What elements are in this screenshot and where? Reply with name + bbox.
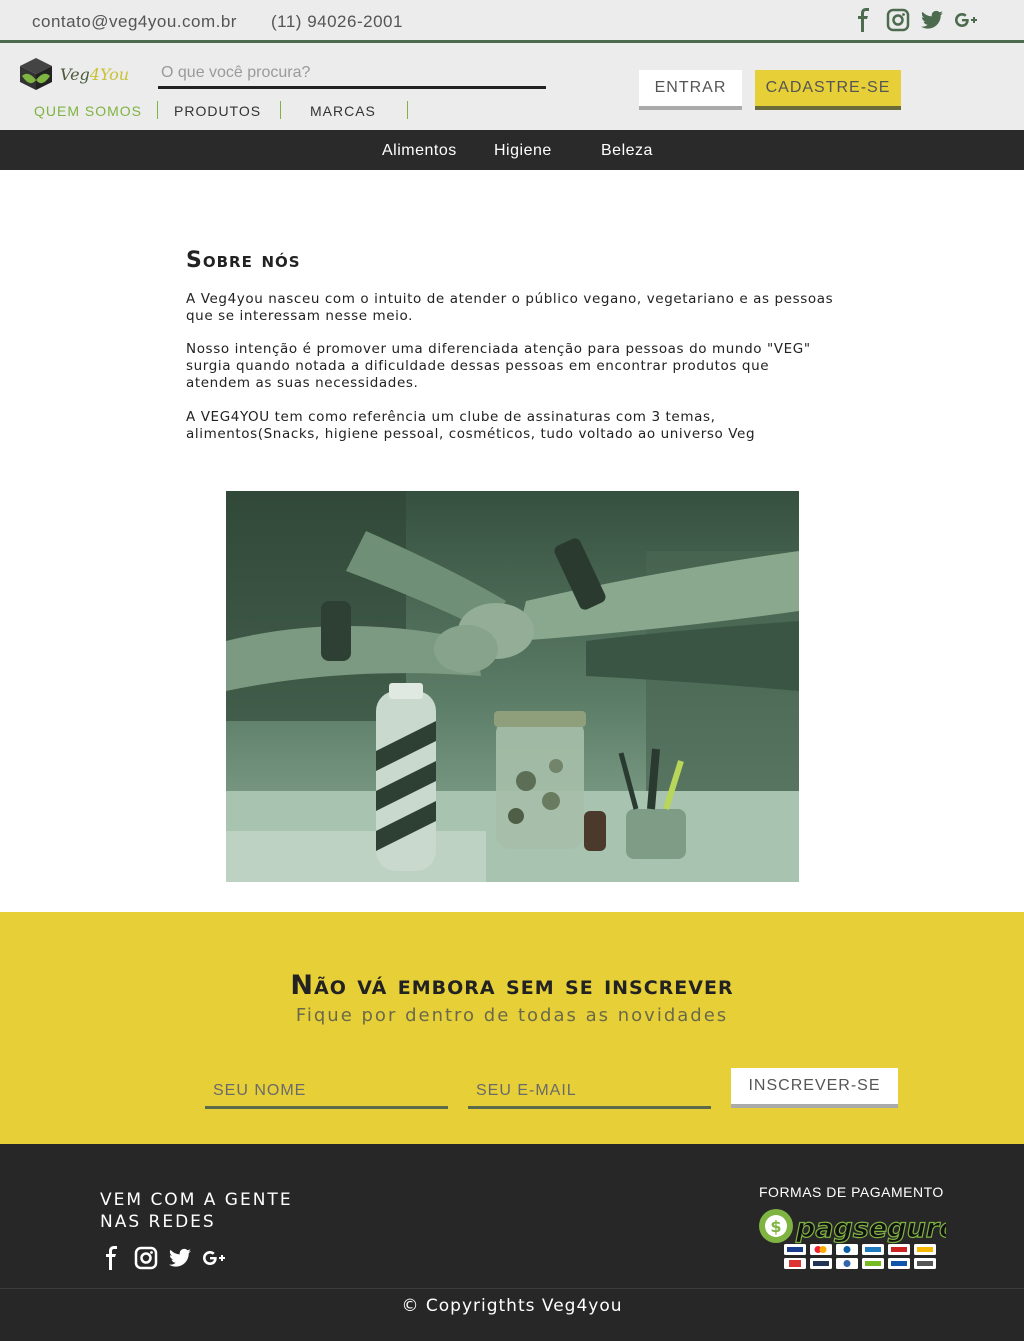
contact-phone[interactable]: (11) 94026-2001: [271, 12, 403, 32]
pagseguro-wordmark: pagseguro: [795, 1213, 946, 1244]
nav-separator: [280, 101, 281, 119]
footer-divider: [0, 1288, 1024, 1289]
nav-item-about-us[interactable]: QUEM SOMOS: [34, 103, 142, 119]
name-field[interactable]: [205, 1075, 448, 1109]
nav-separator: [157, 101, 158, 119]
google-plus-icon[interactable]: [954, 8, 978, 32]
search-input[interactable]: [158, 59, 546, 89]
team-hands-photo: [226, 491, 799, 882]
copyright-text: © Copyrigthts Veg4you: [401, 1296, 623, 1316]
about-paragraph: A Veg4you nasceu com o intuito de atende…: [186, 291, 834, 324]
category-food[interactable]: Alimentos: [382, 142, 457, 160]
top-contact-bar: contato@veg4you.com.br (11) 94026-2001: [0, 0, 1024, 42]
instagram-icon[interactable]: [886, 8, 910, 32]
subscribe-button[interactable]: INSCREVER-SE: [731, 1068, 898, 1108]
payment-title: FORMAS DE PAGAMENTO: [759, 1184, 944, 1200]
nav-separator: [407, 101, 408, 119]
facebook-icon[interactable]: [100, 1246, 124, 1270]
footer-social-title: VEM COM A GENTE NAS REDES: [100, 1190, 293, 1232]
category-beauty[interactable]: Beleza: [601, 142, 653, 160]
email-field[interactable]: [468, 1075, 711, 1109]
about-paragraph: Nosso intenção é promover uma diferencia…: [186, 341, 811, 391]
top-social-links: [852, 8, 978, 32]
category-bar: Alimentos Higiene Beleza: [0, 130, 1024, 170]
newsletter-section: Não vá embora sem se inscrever Fique por…: [0, 912, 1024, 1144]
about-paragraph: A VEG4YOU tem como referência um clube d…: [186, 409, 756, 442]
instagram-icon[interactable]: [134, 1246, 158, 1270]
logo-box-icon: [20, 58, 52, 90]
footer: VEM COM A GENTE NAS REDES FORMAS DE PAGA…: [0, 1144, 1024, 1341]
nav-item-products[interactable]: PRODUTOS: [174, 103, 261, 119]
facebook-icon[interactable]: [852, 8, 876, 32]
logo-text: Veg4You: [60, 64, 130, 84]
pagseguro-logo: $ pagseguro: [756, 1207, 958, 1278]
category-hygiene[interactable]: Higiene: [494, 142, 552, 160]
site-logo[interactable]: Veg4You: [18, 56, 129, 92]
twitter-icon[interactable]: [920, 8, 944, 32]
card-brand-icons: [784, 1244, 936, 1269]
nav-item-brands[interactable]: MARCAS: [310, 103, 376, 119]
google-plus-icon[interactable]: [202, 1246, 226, 1270]
login-button[interactable]: ENTRAR: [639, 70, 742, 110]
main-header: Veg4You ENTRAR CADASTRE-SE QUEM SOMOS PR…: [0, 43, 1024, 130]
twitter-icon[interactable]: [168, 1246, 192, 1270]
footer-social-links: [100, 1246, 226, 1270]
about-title: Sobre nós: [186, 248, 301, 273]
newsletter-subtitle: Fique por dentro de todas as novidades: [295, 1005, 729, 1026]
contact-email[interactable]: contato@veg4you.com.br: [32, 12, 237, 32]
newsletter-title: Não vá embora sem se inscrever: [290, 970, 734, 1001]
signup-button[interactable]: CADASTRE-SE: [755, 70, 901, 110]
svg-text:$: $: [770, 1217, 781, 1236]
